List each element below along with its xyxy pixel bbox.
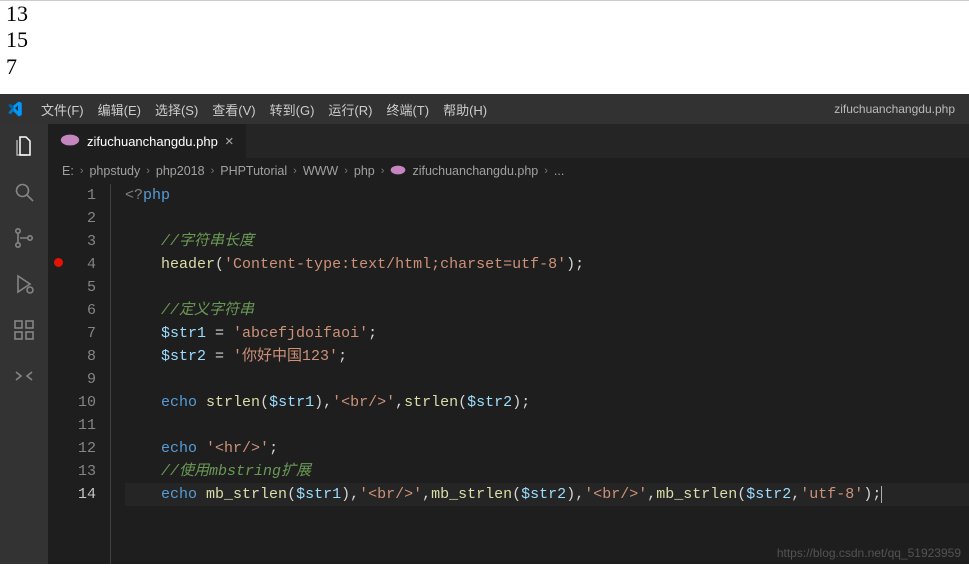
code-token: '<hr/>' [206, 440, 269, 457]
code-lines[interactable]: <?php //字符串长度 header('Content-type:text/… [110, 184, 969, 564]
breadcrumb-item[interactable]: zifuchuanchangdu.php [412, 164, 538, 178]
menu-select[interactable]: 选择(S) [155, 100, 198, 119]
code-token: $str1 [296, 486, 341, 503]
breadcrumb-item[interactable]: phpstudy [89, 164, 140, 178]
breadcrumb[interactable]: E: › phpstudy › php2018 › PHPTutorial › … [48, 158, 969, 184]
code-token: $str2 [746, 486, 791, 503]
line-number-gutter: 1234567891011121314 [70, 184, 110, 564]
code-token: $str2 [467, 394, 512, 411]
line-number: 2 [70, 207, 96, 230]
code-token: '<br/>' [584, 486, 647, 503]
menu-go[interactable]: 转到(G) [270, 100, 315, 119]
menu-run[interactable]: 运行(R) [328, 100, 372, 119]
editor-area: zifuchuanchangdu.php × E: › phpstudy › p… [48, 124, 969, 564]
line-number: 12 [70, 437, 96, 460]
run-debug-icon[interactable] [12, 272, 36, 296]
breakpoint-gutter[interactable] [48, 184, 70, 564]
tab-active[interactable]: zifuchuanchangdu.php × [48, 124, 246, 158]
browser-output: 13 15 7 [0, 0, 969, 94]
output-line: 15 [6, 27, 963, 53]
code-token: header [161, 256, 215, 273]
code-token: 'utf-8' [800, 486, 863, 503]
line-number: 5 [70, 276, 96, 299]
breadcrumb-item[interactable]: ... [554, 164, 564, 178]
line-number: 3 [70, 230, 96, 253]
line-number: 7 [70, 322, 96, 345]
breadcrumb-item[interactable]: WWW [303, 164, 338, 178]
remote-icon[interactable] [12, 364, 36, 388]
code-token: echo [161, 440, 197, 457]
tab-filename: zifuchuanchangdu.php [87, 134, 218, 149]
activity-bar [0, 124, 48, 564]
line-number: 8 [70, 345, 96, 368]
code-comment: //定义字符串 [161, 302, 254, 319]
search-icon[interactable] [12, 180, 36, 204]
code-token: $str1 [269, 394, 314, 411]
output-line: 13 [6, 1, 963, 27]
menu-terminal[interactable]: 终端(T) [386, 100, 429, 119]
code-token: echo [161, 486, 197, 503]
line-number: 13 [70, 460, 96, 483]
menu-file[interactable]: 文件(F) [41, 100, 84, 119]
menu-view[interactable]: 查看(V) [212, 100, 255, 119]
code-token: mb_strlen [656, 486, 737, 503]
chevron-right-icon: › [293, 165, 297, 177]
chevron-right-icon: › [544, 165, 548, 177]
code-token: mb_strlen [431, 486, 512, 503]
main-area: zifuchuanchangdu.php × E: › phpstudy › p… [0, 124, 969, 564]
code-token: '<br/>' [359, 486, 422, 503]
window-title: zifuchuanchangdu.php [834, 102, 963, 116]
breakpoint-icon[interactable] [54, 258, 63, 267]
line-number: 10 [70, 391, 96, 414]
tab-close-icon[interactable]: × [225, 133, 234, 150]
code-comment: //字符串长度 [161, 233, 254, 250]
chevron-right-icon: › [381, 165, 385, 177]
code-token: strlen [206, 394, 260, 411]
chevron-right-icon: › [344, 165, 348, 177]
php-file-icon [390, 164, 406, 179]
line-number: 11 [70, 414, 96, 437]
breadcrumb-item[interactable]: E: [62, 164, 74, 178]
line-number: 9 [70, 368, 96, 391]
line-number: 6 [70, 299, 96, 322]
line-number: 4 [70, 253, 96, 276]
code-editor[interactable]: 1234567891011121314 <?php //字符串长度 header… [48, 184, 969, 564]
php-file-icon [60, 133, 80, 150]
code-token: echo [161, 394, 197, 411]
code-token: '你好中国123' [233, 348, 338, 365]
breadcrumb-item[interactable]: php [354, 164, 375, 178]
titlebar: 文件(F) 编辑(E) 选择(S) 查看(V) 转到(G) 运行(R) 终端(T… [0, 94, 969, 124]
menu-help[interactable]: 帮助(H) [443, 100, 487, 119]
code-token: 'Content-type:text/html;charset=utf-8' [224, 256, 566, 273]
breadcrumb-item[interactable]: php2018 [156, 164, 205, 178]
code-token: '<br/>' [332, 394, 395, 411]
source-control-icon[interactable] [12, 226, 36, 250]
vscode-window: 文件(F) 编辑(E) 选择(S) 查看(V) 转到(G) 运行(R) 终端(T… [0, 94, 969, 564]
watermark: https://blog.csdn.net/qq_51923959 [777, 546, 961, 560]
code-token: mb_strlen [206, 486, 287, 503]
code-token: 'abcefjdoifaoi' [233, 325, 368, 342]
chevron-right-icon: › [211, 165, 215, 177]
code-token: php [143, 187, 170, 204]
code-token: $str1 [161, 325, 206, 342]
extensions-icon[interactable] [12, 318, 36, 342]
menu-edit[interactable]: 编辑(E) [98, 100, 141, 119]
code-token: <? [125, 187, 143, 204]
explorer-icon[interactable] [12, 134, 36, 158]
chevron-right-icon: › [80, 165, 84, 177]
vscode-logo-icon [6, 100, 24, 118]
line-number: 14 [70, 483, 96, 506]
breadcrumb-item[interactable]: PHPTutorial [220, 164, 287, 178]
chevron-right-icon: › [146, 165, 150, 177]
code-token: $str2 [161, 348, 206, 365]
code-token: $str2 [521, 486, 566, 503]
code-comment: //使用mbstring扩展 [161, 463, 311, 480]
output-line: 7 [6, 54, 963, 80]
line-number: 1 [70, 184, 96, 207]
tab-bar: zifuchuanchangdu.php × [48, 124, 969, 158]
code-token: strlen [404, 394, 458, 411]
